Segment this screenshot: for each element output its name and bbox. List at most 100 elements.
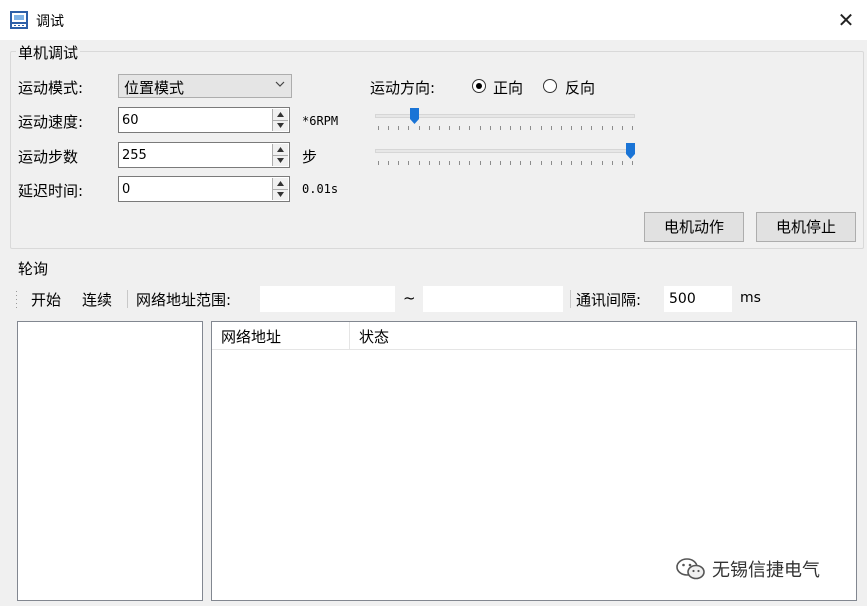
interval-label: 通讯间隔:: [576, 291, 642, 309]
slider-tick: [439, 126, 440, 130]
slider-tick: [612, 126, 613, 130]
spin-down-icon[interactable]: [273, 189, 288, 200]
slider-tick: [561, 126, 562, 130]
slider-tick: [602, 161, 603, 165]
slider-tick: [419, 126, 420, 130]
slider-tick: [561, 161, 562, 165]
slider-tick: [469, 161, 470, 165]
steps-input[interactable]: [119, 143, 269, 167]
watermark-text: 无锡信捷电气: [712, 560, 820, 581]
slider-tick: [551, 161, 552, 165]
column-separator[interactable]: [349, 322, 350, 349]
motion-mode-select[interactable]: 位置模式: [118, 74, 292, 98]
delay-input[interactable]: [119, 177, 269, 201]
slider-track: [375, 149, 635, 153]
delay-unit: 0.01s: [302, 182, 339, 196]
slider-tick: [480, 161, 481, 165]
speed-label: 运动速度:: [18, 113, 84, 131]
steps-slider[interactable]: [375, 143, 635, 169]
speed-stepper-buttons: [272, 109, 288, 131]
address-range-separator: ~: [403, 289, 416, 307]
speed-input[interactable]: [119, 108, 269, 132]
slider-tick: [632, 126, 633, 130]
slider-tick: [378, 126, 379, 130]
slider-tick: [419, 161, 420, 165]
slider-tick: [490, 161, 491, 165]
app-monitor-icon: [10, 11, 28, 29]
close-button[interactable]: ✕: [832, 6, 860, 34]
interval-unit: ms: [740, 290, 761, 306]
direction-forward-label[interactable]: 正向: [493, 77, 523, 98]
slider-tick: [571, 161, 572, 165]
direction-reverse-radio[interactable]: [543, 79, 557, 93]
slider-tick: [602, 126, 603, 130]
speed-unit: *6RPM: [302, 114, 339, 128]
slider-tick: [388, 161, 389, 165]
slider-tick: [429, 161, 430, 165]
direction-reverse-label[interactable]: 反向: [565, 77, 595, 98]
slider-tick: [530, 126, 531, 130]
speed-slider[interactable]: [375, 108, 635, 134]
slider-tick: [408, 126, 409, 130]
slider-tick: [520, 126, 521, 130]
slider-tick: [530, 161, 531, 165]
wechat-icon: [676, 558, 705, 580]
delay-stepper-buttons: [272, 178, 288, 200]
steps-stepper[interactable]: [118, 142, 290, 168]
slider-tick: [571, 126, 572, 130]
slider-tick: [449, 126, 450, 130]
poll-continuous-button[interactable]: 连续: [82, 289, 112, 310]
delay-label: 延迟时间:: [18, 182, 84, 200]
slider-tick: [510, 161, 511, 165]
window-title: 调试: [36, 14, 64, 30]
speed-stepper[interactable]: [118, 107, 290, 133]
motion-mode-label: 运动模式:: [18, 79, 84, 97]
slider-tick: [551, 126, 552, 130]
slider-tick: [520, 161, 521, 165]
slider-tick: [449, 161, 450, 165]
poll-toolbar: 开始 连续 网络地址范围: ~ 通讯间隔: ms: [12, 284, 860, 314]
address-range-label: 网络地址范围:: [136, 291, 232, 309]
direction-label: 运动方向:: [370, 79, 436, 97]
slider-tick: [439, 161, 440, 165]
motion-mode-value: 位置模式: [124, 79, 185, 97]
spin-down-icon[interactable]: [273, 120, 288, 131]
slider-tick: [591, 126, 592, 130]
device-tree-panel[interactable]: [17, 321, 203, 601]
slider-tick: [541, 126, 542, 130]
motor-run-button[interactable]: 电机动作: [644, 212, 744, 242]
slider-tick: [541, 161, 542, 165]
delay-stepper[interactable]: [118, 176, 290, 202]
slider-tick: [398, 126, 399, 130]
slider-tick: [622, 126, 623, 130]
radio-selected-dot: [476, 83, 482, 89]
address-range-from-input[interactable]: [260, 286, 395, 312]
slider-tick: [581, 126, 582, 130]
slider-tick: [581, 161, 582, 165]
slider-thumb[interactable]: [410, 108, 419, 124]
interval-input[interactable]: [664, 286, 732, 312]
address-range-to-input[interactable]: [423, 286, 563, 312]
single-test-group-title: 单机调试: [16, 42, 81, 63]
slider-tick: [408, 161, 409, 165]
slider-tick: [612, 161, 613, 165]
spin-down-icon[interactable]: [273, 155, 288, 166]
slider-tick: [500, 161, 501, 165]
slider-tick: [398, 161, 399, 165]
slider-tick: [459, 126, 460, 130]
slider-tick: [632, 161, 633, 165]
column-header-address[interactable]: 网络地址: [221, 326, 281, 347]
slider-tick: [500, 126, 501, 130]
slider-tick: [510, 126, 511, 130]
poll-start-button[interactable]: 开始: [31, 289, 61, 310]
toolbar-grip-icon: [16, 291, 17, 308]
slider-tick: [490, 126, 491, 130]
poll-group-title: 轮询: [16, 258, 51, 279]
direction-forward-radio[interactable]: [472, 79, 486, 93]
slider-tick: [378, 161, 379, 165]
slider-thumb[interactable]: [626, 143, 635, 159]
column-header-status[interactable]: 状态: [359, 326, 389, 347]
slider-tick: [591, 161, 592, 165]
motor-stop-button[interactable]: 电机停止: [756, 212, 856, 242]
slider-tick: [388, 126, 389, 130]
